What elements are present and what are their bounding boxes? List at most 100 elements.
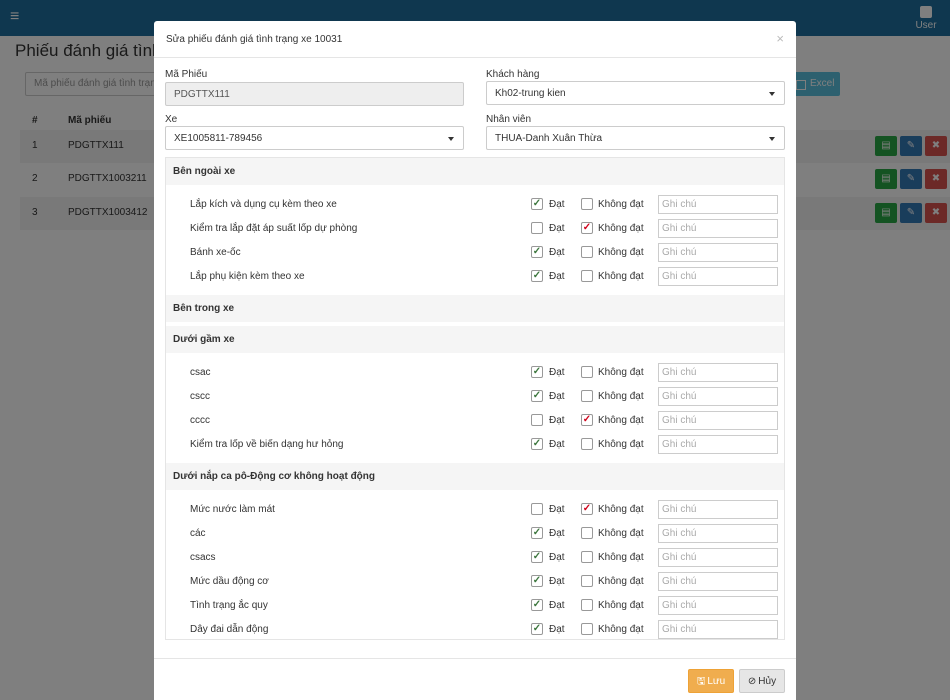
close-icon[interactable]: × [776, 31, 784, 46]
vehicle-label: Xe [165, 114, 178, 125]
section-header: Bên ngoài xe [166, 158, 784, 185]
cancel-icon: ⊘ [747, 676, 757, 687]
checklist-item: Lắp phụ kiện kèm theo xe ✓ Đạt Không đạt Ghi… [166, 265, 784, 289]
pass-checkbox[interactable]: ✓ [531, 551, 543, 563]
inspection-checklist: Bên ngoài xe Lắp kích và dụng cụ kèm theo… [165, 157, 785, 640]
item-label: cccc [190, 415, 210, 426]
staff-select[interactable]: THUA-Danh Xuân Thừa [486, 126, 785, 150]
pass-checkbox[interactable]: ✓ [531, 527, 543, 539]
customer-select[interactable]: Kh02-trung kien [486, 81, 785, 105]
checklist-item: Dây đai dẫn động ✓ Đạt Không đạt Ghi chú [166, 618, 784, 642]
pass-label: Đạt [549, 247, 565, 258]
pass-label: Đạt [549, 271, 565, 282]
fail-checkbox[interactable] [581, 438, 593, 450]
save-button[interactable]: 🖫 Lưu [688, 669, 734, 693]
fail-checkbox[interactable] [581, 551, 593, 563]
code-field: PDGTTX111 [165, 82, 464, 106]
note-input[interactable]: Ghi chú [658, 219, 778, 238]
fail-label: Không đạt [598, 223, 644, 234]
checklist-item: Mức nước làm mát Đạt ✓ Không đạt Ghi chú [166, 498, 784, 522]
fail-label: Không đạt [598, 552, 644, 563]
pass-checkbox[interactable] [531, 503, 543, 515]
item-label: Kiểm tra lốp về biến dạng hư hỏng [190, 439, 344, 450]
pass-checkbox[interactable]: ✓ [531, 390, 543, 402]
fail-checkbox[interactable] [581, 527, 593, 539]
fail-checkbox[interactable] [581, 623, 593, 635]
fail-checkbox[interactable] [581, 390, 593, 402]
item-label: Dây đai dẫn động [190, 624, 269, 635]
vehicle-select[interactable]: XE1005811-789456 [165, 126, 464, 150]
cancel-button[interactable]: ⊘ Hủy [739, 669, 785, 693]
note-input[interactable]: Ghi chú [658, 620, 778, 639]
fail-label: Không đạt [598, 199, 644, 210]
fail-checkbox[interactable] [581, 198, 593, 210]
checklist-item: Bánh xe-ốc ✓ Đạt Không đạt Ghi chú [166, 241, 784, 265]
pass-checkbox[interactable]: ✓ [531, 599, 543, 611]
note-input[interactable]: Ghi chú [658, 195, 778, 214]
item-label: Lắp phụ kiện kèm theo xe [190, 271, 305, 282]
pass-checkbox[interactable]: ✓ [531, 366, 543, 378]
fail-checkbox[interactable]: ✓ [581, 503, 593, 515]
pass-checkbox[interactable] [531, 222, 543, 234]
pass-label: Đạt [549, 528, 565, 539]
fail-label: Không đạt [598, 504, 644, 515]
note-input[interactable]: Ghi chú [658, 267, 778, 286]
fail-checkbox[interactable]: ✓ [581, 222, 593, 234]
note-input[interactable]: Ghi chú [658, 363, 778, 382]
item-label: csac [190, 367, 211, 378]
pass-label: Đạt [549, 199, 565, 210]
section-header: Dưới gầm xe [166, 326, 784, 353]
pass-checkbox[interactable]: ✓ [531, 438, 543, 450]
checklist-item: cccc Đạt ✓ Không đạt Ghi chú [166, 409, 784, 433]
modal-title: Sửa phiếu đánh giá tình trạng xe 10031 [166, 34, 343, 45]
checklist-item: Kiểm tra lốp về biến dạng hư hỏng ✓ Đạt Khô… [166, 433, 784, 457]
customer-label: Khách hàng [486, 69, 540, 80]
pass-checkbox[interactable]: ✓ [531, 246, 543, 258]
code-label: Mã Phiếu [165, 69, 208, 80]
fail-checkbox[interactable] [581, 599, 593, 611]
fail-checkbox[interactable] [581, 366, 593, 378]
note-input[interactable]: Ghi chú [658, 435, 778, 454]
pass-label: Đạt [549, 624, 565, 635]
pass-label: Đạt [549, 223, 565, 234]
fail-label: Không đạt [598, 391, 644, 402]
note-input[interactable]: Ghi chú [658, 243, 778, 262]
pass-label: Đạt [549, 504, 565, 515]
fail-checkbox[interactable] [581, 575, 593, 587]
note-input[interactable]: Ghi chú [658, 548, 778, 567]
pass-label: Đạt [549, 391, 565, 402]
checklist-item: Mức dầu động cơ ✓ Đạt Không đạt Ghi chú [166, 570, 784, 594]
item-label: csacs [190, 552, 216, 563]
item-label: Tình trạng ắc quy [190, 600, 268, 611]
staff-label: Nhân viên [486, 114, 532, 125]
item-label: Mức nước làm mát [190, 504, 275, 515]
fail-label: Không đạt [598, 367, 644, 378]
item-label: cscc [190, 391, 210, 402]
pass-checkbox[interactable]: ✓ [531, 270, 543, 282]
fail-checkbox[interactable] [581, 246, 593, 258]
checklist-item: Lắp kích và dụng cụ kèm theo xe ✓ Đạt Không… [166, 193, 784, 217]
checklist-item: csac ✓ Đạt Không đạt Ghi chú [166, 361, 784, 385]
note-input[interactable]: Ghi chú [658, 411, 778, 430]
note-input[interactable]: Ghi chú [658, 572, 778, 591]
pass-label: Đạt [549, 576, 565, 587]
pass-checkbox[interactable] [531, 414, 543, 426]
item-label: Bánh xe-ốc [190, 247, 241, 258]
note-input[interactable]: Ghi chú [658, 500, 778, 519]
fail-checkbox[interactable] [581, 270, 593, 282]
note-input[interactable]: Ghi chú [658, 387, 778, 406]
pass-label: Đạt [549, 600, 565, 611]
note-input[interactable]: Ghi chú [658, 524, 778, 543]
checklist-item: Tình trạng ắc quy ✓ Đạt Không đạt Ghi chú [166, 594, 784, 618]
save-icon: 🖫 [696, 676, 706, 687]
fail-checkbox[interactable]: ✓ [581, 414, 593, 426]
section-header: Dưới nắp ca pô-Động cơ không hoạt động [166, 463, 784, 490]
item-label: Lắp kích và dụng cụ kèm theo xe [190, 199, 337, 210]
fail-label: Không đạt [598, 528, 644, 539]
item-label: Kiểm tra lắp đặt áp suất lốp dự phòng [190, 223, 358, 234]
checklist-item: các ✓ Đạt Không đạt Ghi chú [166, 522, 784, 546]
pass-checkbox[interactable]: ✓ [531, 575, 543, 587]
pass-checkbox[interactable]: ✓ [531, 198, 543, 210]
note-input[interactable]: Ghi chú [658, 596, 778, 615]
pass-checkbox[interactable]: ✓ [531, 623, 543, 635]
